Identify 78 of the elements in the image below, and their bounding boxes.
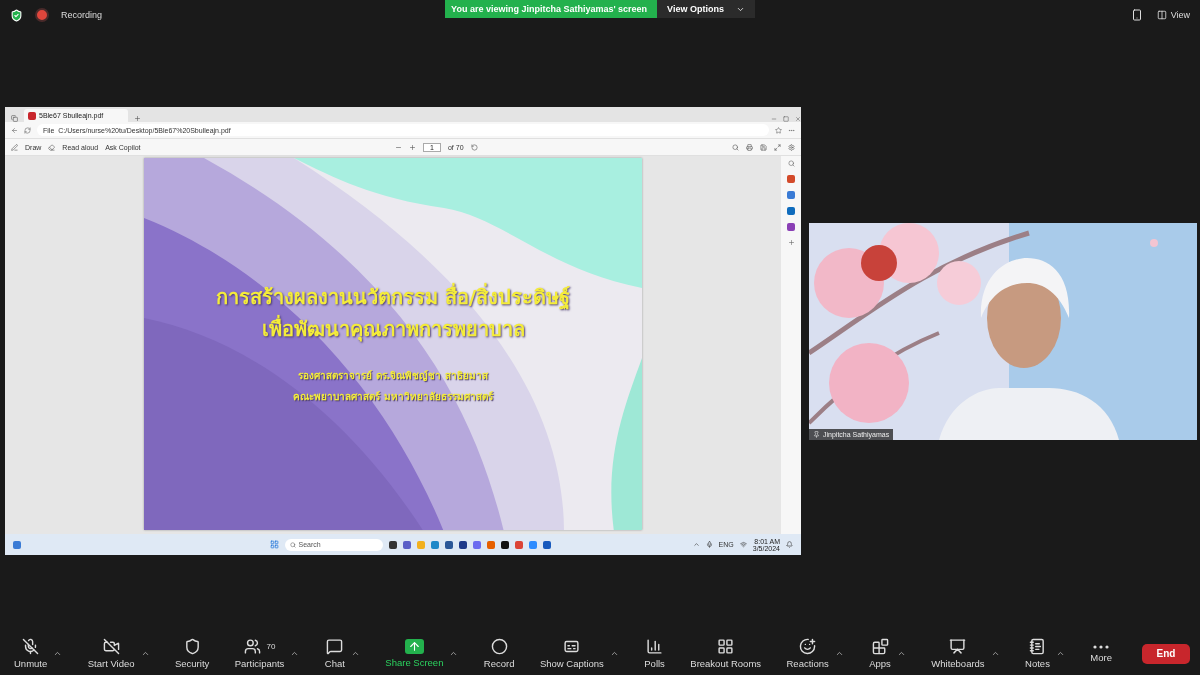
caret-icon[interactable] — [990, 649, 1000, 658]
toolbar-button[interactable]: Notes — [1025, 638, 1050, 669]
caret-icon[interactable] — [350, 649, 360, 658]
more-icon — [1093, 644, 1110, 649]
slide-title: การสร้างผลงานนวัตกรรม สื่อ/สิ่งประดิษฐ์ — [215, 284, 571, 310]
toolbar-button[interactable]: Whiteboards — [931, 638, 985, 669]
viewing-banner: You are viewing Jinpitcha Sathiyamas' screen — [445, 0, 658, 18]
whiteboard-icon — [949, 638, 967, 655]
slide-title: เพื่อพัฒนาคุณภาพการพยาบาล — [261, 316, 525, 342]
video-off-icon — [102, 638, 120, 655]
rotate-icon[interactable] — [470, 143, 478, 151]
shield-icon — [183, 638, 201, 655]
pin-icon — [813, 430, 820, 438]
maximize-icon[interactable] — [783, 116, 789, 122]
end-button[interactable]: End — [1142, 643, 1190, 664]
security-shield-icon — [10, 8, 23, 22]
apps-icon — [871, 638, 889, 655]
toolbar-button[interactable]: Unmute — [14, 638, 48, 669]
zoom-in-icon[interactable] — [409, 143, 417, 151]
participant-count: 70 — [266, 642, 276, 651]
device-icon[interactable] — [1130, 9, 1143, 21]
captions-icon — [563, 638, 581, 655]
search-icon — [289, 541, 296, 548]
toolbar-button[interactable]: Breakout Rooms — [690, 638, 762, 669]
people-icon — [243, 638, 261, 655]
toolbar-button[interactable]: Start Video — [87, 638, 135, 669]
record-icon — [490, 638, 508, 655]
bell-icon[interactable] — [786, 541, 793, 548]
search-icon[interactable] — [732, 143, 739, 151]
recording-dot-icon — [35, 8, 49, 22]
smiley-icon — [799, 638, 817, 655]
add-icon[interactable] — [787, 239, 795, 246]
search-icon[interactable] — [787, 160, 795, 167]
new-tab-icon[interactable] — [134, 115, 141, 122]
close-icon[interactable] — [795, 116, 801, 122]
caret-icon[interactable] — [834, 649, 844, 658]
weather-icon[interactable] — [13, 540, 21, 549]
recording-label: Recording — [61, 10, 103, 20]
toolbar-button[interactable]: Security — [174, 638, 210, 669]
caret-icon[interactable] — [609, 649, 619, 658]
wifi-icon[interactable] — [739, 541, 747, 548]
muted-microphone-icon — [22, 638, 40, 655]
eraser-icon[interactable] — [48, 143, 56, 151]
reload-icon[interactable] — [24, 126, 31, 134]
toolbar-button[interactable]: Show Captions — [539, 638, 604, 669]
pdf-icon — [28, 111, 36, 120]
caret-icon[interactable] — [449, 649, 459, 658]
notes-icon — [1028, 638, 1046, 655]
bar-chart-icon — [646, 638, 664, 655]
share-screen-icon — [404, 639, 424, 654]
toolbar-button[interactable]: Record — [483, 638, 515, 669]
slide-author: รองศาสตราจารย์ ดร.จิณพิชญ์ชา สาธิยมาส — [298, 369, 488, 383]
star-icon[interactable] — [775, 126, 782, 134]
caret-icon[interactable] — [1055, 649, 1065, 658]
toolbar-button[interactable]: Chat — [324, 638, 345, 669]
fullscreen-icon[interactable] — [774, 143, 781, 151]
highlight-icon[interactable] — [11, 143, 18, 151]
toolbar-button[interactable]: Reactions — [786, 638, 829, 669]
caret-icon[interactable] — [53, 649, 63, 658]
caret-icon[interactable] — [140, 649, 150, 658]
toolbar-button[interactable]: More — [1090, 644, 1112, 663]
start-icon[interactable] — [269, 540, 279, 549]
tab-actions-icon[interactable] — [11, 115, 18, 122]
layout-icon — [1156, 10, 1167, 20]
back-icon[interactable] — [11, 126, 18, 134]
toolbar-button[interactable]: Apps — [869, 638, 891, 669]
caret-icon[interactable] — [290, 649, 300, 658]
grid-icon — [717, 638, 735, 655]
chat-bubble-icon — [326, 638, 344, 655]
toolbar-button[interactable]: 70 Participants — [234, 638, 285, 669]
view-button[interactable]: View — [1156, 10, 1190, 20]
view-options-button[interactable]: View Options — [657, 0, 755, 18]
print-icon[interactable] — [746, 143, 753, 151]
toolbar-button[interactable]: Polls — [644, 638, 665, 669]
tray-icon[interactable] — [692, 541, 700, 548]
slide-faculty: คณะพยาบาลศาสตร์ มหาวิทยาลัยธรรมศาสตร์ — [293, 390, 493, 404]
toolbar-button[interactable]: Share Screen — [385, 639, 444, 668]
caret-icon[interactable] — [896, 649, 906, 658]
